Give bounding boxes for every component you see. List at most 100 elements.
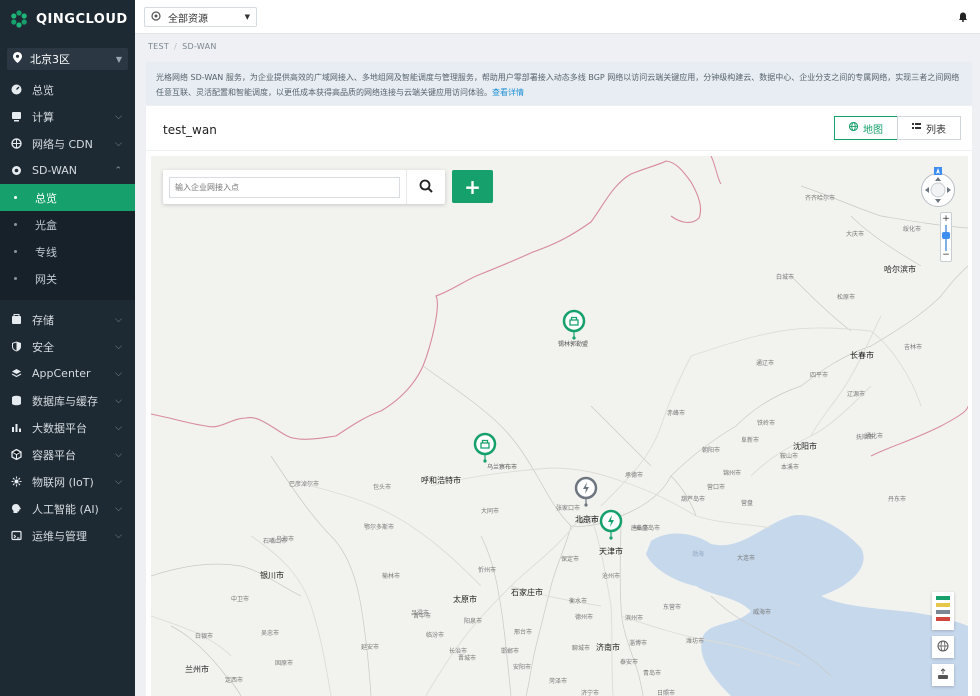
city-label: 青岛市 — [643, 670, 662, 677]
bullet-dot — [14, 277, 17, 280]
sidebar-item-label: 存储 — [32, 313, 54, 327]
compass-icon — [934, 164, 942, 175]
search-button[interactable] — [406, 170, 444, 204]
sidebar-subitem-label: 专线 — [35, 245, 57, 259]
sidebar-subitem-gateway[interactable]: 网关 — [0, 265, 135, 292]
sidebar-item-iot[interactable]: 物联网 (IoT) ⌵ — [0, 468, 135, 495]
city-label: 齐齐哈尔市 — [805, 195, 836, 202]
zoom-in-button[interactable]: + — [941, 214, 951, 224]
sidebar-item-label: 网络与 CDN — [32, 137, 93, 151]
city-label: 包头市 — [373, 484, 392, 491]
chevron-up-icon: ⌃ — [114, 165, 122, 176]
sidebar-item-overview[interactable]: 总览 — [0, 76, 135, 103]
iot-icon — [10, 475, 23, 488]
sidebar-item-storage[interactable]: 存储 ⌵ — [0, 306, 135, 333]
zoom-out-button[interactable]: − — [941, 250, 951, 260]
city-label: 唐山市 — [631, 525, 650, 532]
city-label: 邢台市 — [514, 629, 533, 636]
region-selector[interactable]: 北京3区 ▼ — [7, 48, 128, 70]
map-pan-control[interactable] — [920, 172, 956, 208]
map-marker[interactable] — [561, 309, 587, 343]
sidebar: QINGCLOUD 北京3区 ▼ 总览 计算 ⌵ 网络与 CDN ⌵ SD-WA… — [0, 0, 135, 696]
qingcloud-logo-icon — [10, 10, 28, 28]
resource-cube-icon — [151, 10, 161, 24]
map-view-button[interactable]: 地图 — [834, 116, 898, 140]
city-label: 本溪市 — [781, 464, 800, 471]
access-point-search — [163, 170, 445, 204]
sidebar-item-container[interactable]: 容器平台 ⌵ — [0, 441, 135, 468]
city-label: 沧州市 — [602, 573, 621, 580]
map-device-button[interactable] — [932, 664, 954, 686]
notification-bell-icon[interactable] — [958, 11, 968, 22]
zoom-control[interactable]: + − — [940, 212, 952, 262]
map-globe-button[interactable] — [932, 636, 954, 658]
sidebar-item-network-cdn[interactable]: 网络与 CDN ⌵ — [0, 130, 135, 157]
list-view-label: 列表 — [926, 124, 946, 136]
city-label: 朝阳市 — [702, 447, 721, 454]
city-label: 菏泽市 — [549, 678, 568, 685]
brand-name: QINGCLOUD — [36, 11, 128, 27]
sidebar-item-ai[interactable]: 人工智能 (AI) ⌵ — [0, 495, 135, 522]
breadcrumb: TEST / SD-WAN — [148, 42, 217, 51]
city-label: 德州市 — [575, 614, 594, 621]
city-label: 巴彦淖尔市 — [289, 481, 320, 488]
marker-label: 天津市 — [599, 547, 623, 556]
city-label: 聊城市 — [572, 645, 591, 652]
status-legend[interactable] — [932, 592, 954, 630]
city-label: 大连市 — [737, 555, 756, 562]
sidebar-subitem-dedicated-line[interactable]: 专线 — [0, 238, 135, 265]
city-label: 泰安市 — [620, 659, 639, 666]
chevron-down-icon: ⌵ — [115, 476, 122, 487]
sidebar-item-label: 数据库与缓存 — [32, 394, 98, 408]
search-icon — [419, 179, 433, 196]
sidebar-item-database[interactable]: 数据库与缓存 ⌵ — [0, 387, 135, 414]
list-view-button[interactable]: 列表 — [897, 116, 961, 140]
search-input[interactable] — [169, 176, 400, 198]
city-label: 济南市 — [596, 643, 620, 652]
sea-label: 渤海 — [692, 551, 705, 558]
brand[interactable]: QINGCLOUD — [0, 0, 135, 38]
dashboard-icon — [10, 83, 23, 96]
legend-swatch-red — [936, 617, 950, 621]
sidebar-item-label: 容器平台 — [32, 448, 76, 462]
city-label: 晋城市 — [458, 655, 477, 662]
breadcrumb-root[interactable]: TEST — [148, 42, 169, 51]
resource-scope-select[interactable]: 全部资源 ▼ — [144, 7, 257, 27]
map-marker[interactable] — [598, 509, 624, 543]
sidebar-item-sdwan[interactable]: SD-WAN ⌃ — [0, 157, 135, 184]
zoom-slider-handle[interactable] — [942, 232, 950, 239]
city-label: 营盘 — [741, 500, 754, 507]
breadcrumb-separator: / — [174, 42, 178, 51]
map-canvas[interactable]: + + − 齐齐哈尔市 大庆市 绥化市 哈尔滨市 白城市 松原市 长春市 吉林市… — [151, 156, 968, 696]
router-icon — [937, 667, 949, 683]
city-label: 丹东市 — [888, 496, 907, 503]
container-icon — [10, 448, 23, 461]
chevron-down-icon: ⌵ — [115, 530, 122, 541]
sidebar-item-compute[interactable]: 计算 ⌵ — [0, 103, 135, 130]
city-label: 济宁市 — [581, 690, 600, 696]
city-label: 松原市 — [837, 294, 856, 301]
sidebar-item-appcenter[interactable]: AppCenter ⌵ — [0, 360, 135, 387]
map-marker[interactable] — [573, 476, 599, 510]
marker-label: 北京市 — [575, 515, 599, 524]
city-label: 邯郸市 — [501, 648, 520, 655]
intro-details-link[interactable]: 查看详情 — [492, 88, 524, 97]
city-label: 阜新市 — [741, 437, 760, 444]
sidebar-subitem-sdwan-overview[interactable]: 总览 — [0, 184, 135, 211]
map-marker[interactable] — [472, 432, 498, 466]
chevron-down-icon: ⌵ — [115, 395, 122, 406]
city-label: 白城市 — [776, 274, 795, 281]
sidebar-subitem-optical-box[interactable]: 光盒 — [0, 211, 135, 238]
chevron-down-icon: ▼ — [115, 54, 122, 64]
add-access-point-button[interactable]: + — [452, 170, 493, 203]
city-label: 营口市 — [707, 484, 726, 491]
city-label: 忻州市 — [478, 567, 497, 574]
gateway-pin-icon — [574, 476, 598, 507]
sidebar-item-label: 总览 — [32, 83, 54, 97]
sidebar-item-security[interactable]: 安全 ⌵ — [0, 333, 135, 360]
sidebar-item-bigdata[interactable]: 大数据平台 ⌵ — [0, 414, 135, 441]
legend-swatch-gray — [936, 610, 950, 614]
city-label: 衡水市 — [569, 598, 588, 605]
city-label: 通辽市 — [756, 360, 775, 367]
sidebar-item-ops[interactable]: 运维与管理 ⌵ — [0, 522, 135, 549]
